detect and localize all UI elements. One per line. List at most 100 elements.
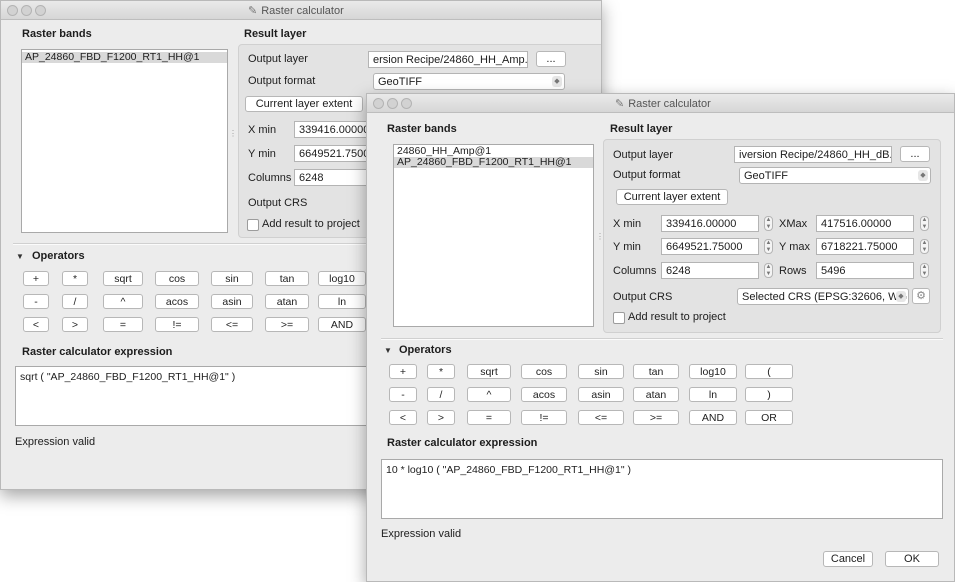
globe-icon: ⚙ bbox=[916, 290, 926, 302]
expression-text[interactable]: 10 * log10 ( "AP_24860_FBD_F1200_RT1_HH@… bbox=[386, 464, 631, 476]
operator-button[interactable]: log10 bbox=[689, 364, 737, 379]
columns-stepper[interactable]: ▲ ▼ bbox=[764, 263, 773, 278]
operator-button[interactable]: < bbox=[389, 410, 417, 425]
ymax-stepper[interactable]: ▲ ▼ bbox=[920, 239, 929, 254]
operator-button[interactable]: + bbox=[23, 271, 49, 286]
ymin-field[interactable]: 6649521.75000 bbox=[294, 145, 374, 162]
xmax-field[interactable]: 417516.00000 bbox=[816, 215, 914, 232]
xmin-label: X min bbox=[613, 218, 642, 230]
browse-button[interactable]: ... bbox=[900, 146, 930, 162]
operator-button[interactable]: * bbox=[62, 271, 88, 286]
operator-button[interactable]: < bbox=[23, 317, 49, 332]
operator-button[interactable]: asin bbox=[578, 387, 624, 402]
title-bar: ✎ Raster calculator bbox=[1, 1, 601, 20]
operator-button[interactable]: * bbox=[427, 364, 455, 379]
chevron-updown-icon: ◆ bbox=[552, 76, 562, 87]
splitter-handle[interactable]: ⋮ bbox=[229, 129, 237, 138]
operator-button[interactable]: - bbox=[23, 294, 49, 309]
operator-button[interactable]: + bbox=[389, 364, 417, 379]
operator-button[interactable]: != bbox=[155, 317, 199, 332]
close-window-button[interactable] bbox=[7, 5, 18, 16]
operator-button[interactable]: ( bbox=[745, 364, 793, 379]
rows-stepper[interactable]: ▲ ▼ bbox=[920, 263, 929, 278]
disclosure-triangle-icon[interactable]: ▼ bbox=[16, 252, 24, 261]
operator-button[interactable]: acos bbox=[155, 294, 199, 309]
operator-button[interactable]: / bbox=[62, 294, 88, 309]
ymax-field[interactable]: 6718221.75000 bbox=[816, 238, 914, 255]
operator-button[interactable]: = bbox=[467, 410, 511, 425]
operator-button[interactable]: cos bbox=[155, 271, 199, 286]
operator-button[interactable]: OR bbox=[745, 410, 793, 425]
operator-button[interactable]: tan bbox=[633, 364, 679, 379]
output-format-select[interactable]: GeoTIFF ◆ bbox=[373, 73, 565, 90]
browse-button[interactable]: ... bbox=[536, 51, 566, 67]
operator-button[interactable]: = bbox=[103, 317, 143, 332]
ymin-label: Y min bbox=[613, 241, 641, 253]
operator-button[interactable]: ln bbox=[689, 387, 737, 402]
output-crs-select[interactable]: Selected CRS (EPSG:32606, WG ◆ bbox=[737, 288, 909, 305]
raster-bands-list[interactable]: 24860_HH_Amp@1 AP_24860_FBD_F1200_RT1_HH… bbox=[393, 144, 594, 327]
operator-button[interactable]: - bbox=[389, 387, 417, 402]
operator-button[interactable]: / bbox=[427, 387, 455, 402]
operator-button[interactable]: AND bbox=[318, 317, 366, 332]
operator-button[interactable]: > bbox=[62, 317, 88, 332]
operator-button[interactable]: ) bbox=[745, 387, 793, 402]
operator-button[interactable]: tan bbox=[265, 271, 309, 286]
add-result-checkbox[interactable] bbox=[247, 219, 259, 231]
crs-selector-button[interactable]: ⚙ bbox=[912, 288, 930, 304]
operator-button[interactable]: atan bbox=[265, 294, 309, 309]
operator-button[interactable]: >= bbox=[265, 317, 309, 332]
operator-button[interactable]: ln bbox=[318, 294, 366, 309]
operator-button[interactable]: atan bbox=[633, 387, 679, 402]
ok-button[interactable]: OK bbox=[885, 551, 939, 567]
window-title: ✎ Raster calculator bbox=[248, 5, 344, 17]
minimize-window-button[interactable] bbox=[387, 98, 398, 109]
operator-button[interactable]: sqrt bbox=[103, 271, 143, 286]
output-layer-field[interactable]: iversion Recipe/24860_HH_dB.tif bbox=[734, 146, 892, 163]
ymin-stepper[interactable]: ▲ ▼ bbox=[764, 239, 773, 254]
list-item[interactable]: AP_24860_FBD_F1200_RT1_HH@1 bbox=[22, 52, 227, 63]
operator-button[interactable]: cos bbox=[521, 364, 567, 379]
operator-button[interactable]: <= bbox=[578, 410, 624, 425]
cancel-button[interactable]: Cancel bbox=[823, 551, 873, 567]
xmin-field[interactable]: 339416.00000 bbox=[294, 121, 374, 138]
operator-button[interactable]: >= bbox=[633, 410, 679, 425]
list-item[interactable]: AP_24860_FBD_F1200_RT1_HH@1 bbox=[394, 157, 593, 168]
operators-label: Operators bbox=[399, 344, 452, 356]
operator-button[interactable]: sin bbox=[578, 364, 624, 379]
columns-field[interactable]: 6248 bbox=[294, 169, 374, 186]
operator-button[interactable]: ^ bbox=[467, 387, 511, 402]
rows-field[interactable]: 5496 bbox=[816, 262, 914, 279]
operator-button[interactable]: ^ bbox=[103, 294, 143, 309]
operator-button[interactable]: log10 bbox=[318, 271, 366, 286]
current-layer-extent-button[interactable]: Current layer extent bbox=[616, 189, 728, 205]
operator-button[interactable]: != bbox=[521, 410, 567, 425]
xmax-stepper[interactable]: ▲ ▼ bbox=[920, 216, 929, 231]
zoom-window-button[interactable] bbox=[35, 5, 46, 16]
title-bar: ✎ Raster calculator bbox=[367, 94, 954, 113]
current-layer-extent-button[interactable]: Current layer extent bbox=[245, 96, 363, 112]
operator-button[interactable]: AND bbox=[689, 410, 737, 425]
operator-button[interactable]: acos bbox=[521, 387, 567, 402]
xmin-label: X min bbox=[248, 124, 277, 136]
operator-button[interactable]: sin bbox=[211, 271, 253, 286]
raster-bands-list[interactable]: AP_24860_FBD_F1200_RT1_HH@1 bbox=[21, 49, 228, 233]
ymin-field[interactable]: 6649521.75000 bbox=[661, 238, 759, 255]
columns-field[interactable]: 6248 bbox=[661, 262, 759, 279]
operator-button[interactable]: > bbox=[427, 410, 455, 425]
output-layer-field[interactable]: ersion Recipe/24860_HH_Amp.tif bbox=[368, 51, 528, 68]
zoom-window-button[interactable] bbox=[401, 98, 412, 109]
close-window-button[interactable] bbox=[373, 98, 384, 109]
xmin-field[interactable]: 339416.00000 bbox=[661, 215, 759, 232]
xmin-stepper[interactable]: ▲ ▼ bbox=[764, 216, 773, 231]
disclosure-triangle-icon[interactable]: ▼ bbox=[384, 346, 392, 355]
minimize-window-button[interactable] bbox=[21, 5, 32, 16]
output-format-select[interactable]: GeoTIFF ◆ bbox=[739, 167, 931, 184]
expression-text[interactable]: sqrt ( "AP_24860_FBD_F1200_RT1_HH@1" ) bbox=[20, 371, 235, 383]
expression-editor[interactable]: 10 * log10 ( "AP_24860_FBD_F1200_RT1_HH@… bbox=[381, 459, 943, 519]
operator-button[interactable]: <= bbox=[211, 317, 253, 332]
add-result-checkbox[interactable] bbox=[613, 312, 625, 324]
output-crs-label: Output CRS bbox=[248, 197, 308, 209]
operator-button[interactable]: sqrt bbox=[467, 364, 511, 379]
operator-button[interactable]: asin bbox=[211, 294, 253, 309]
